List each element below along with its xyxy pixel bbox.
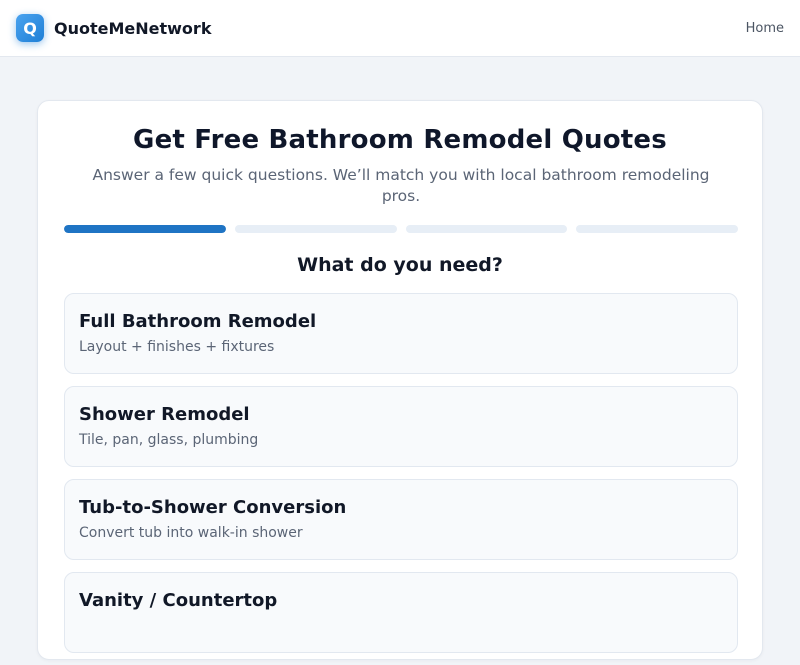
progress-step-fill: [64, 225, 226, 233]
progress-step-1: [64, 225, 226, 233]
option-shower-remodel[interactable]: Shower Remodel Tile, pan, glass, plumbin…: [64, 386, 738, 467]
option-full-bathroom-remodel[interactable]: Full Bathroom Remodel Layout + finishes …: [64, 293, 738, 374]
step-progress-bar: [64, 225, 738, 233]
progress-step-2: [234, 225, 397, 233]
progress-step-3: [405, 225, 568, 233]
option-list: Full Bathroom Remodel Layout + finishes …: [64, 293, 738, 665]
option-title: Shower Remodel: [79, 404, 250, 425]
option-title: Vanity / Countertop: [79, 590, 278, 611]
page-title: Get Free Bathroom Remodel Quotes: [133, 125, 667, 155]
page-subtitle: Answer a few quick questions. We’ll matc…: [92, 166, 710, 205]
top-bar: Q QuoteMeNetwork Home: [0, 0, 800, 57]
progress-step-4: [576, 225, 738, 233]
option-description: Convert tub into walk-in shower: [79, 525, 303, 541]
option-tub-to-shower[interactable]: Tub-to-Shower Conversion Convert tub int…: [64, 479, 738, 560]
option-vanity-countertop[interactable]: Vanity / Countertop: [64, 572, 738, 653]
option-description: Tile, pan, glass, plumbing: [79, 432, 259, 448]
option-title: Tub-to-Shower Conversion: [79, 497, 347, 518]
quote-form-card: Get Free Bathroom Remodel Quotes Answer …: [37, 100, 763, 660]
brand-name: QuoteMeNetwork: [54, 18, 212, 38]
brand[interactable]: Q QuoteMeNetwork: [16, 14, 211, 42]
nav-home-link[interactable]: Home: [746, 21, 784, 36]
question-heading: What do you need?: [297, 254, 503, 276]
option-title: Full Bathroom Remodel: [79, 311, 317, 332]
option-description: Layout + finishes + fixtures: [79, 339, 275, 355]
logo-icon: Q: [16, 14, 44, 42]
